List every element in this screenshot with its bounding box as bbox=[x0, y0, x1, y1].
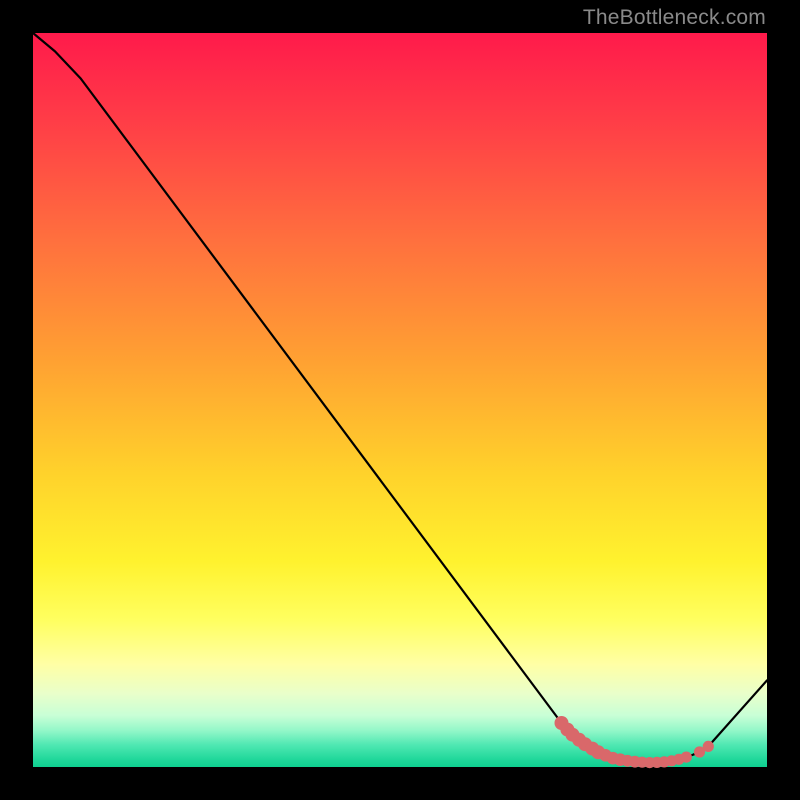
chart-frame: TheBottleneck.com bbox=[0, 0, 800, 800]
chart-plot-area bbox=[33, 33, 767, 767]
curve-markers bbox=[555, 716, 714, 768]
watermark-text: TheBottleneck.com bbox=[583, 6, 766, 30]
chart-svg bbox=[33, 33, 767, 767]
curve-marker bbox=[703, 741, 714, 752]
curve-line bbox=[33, 33, 767, 763]
curve-marker bbox=[681, 752, 692, 763]
